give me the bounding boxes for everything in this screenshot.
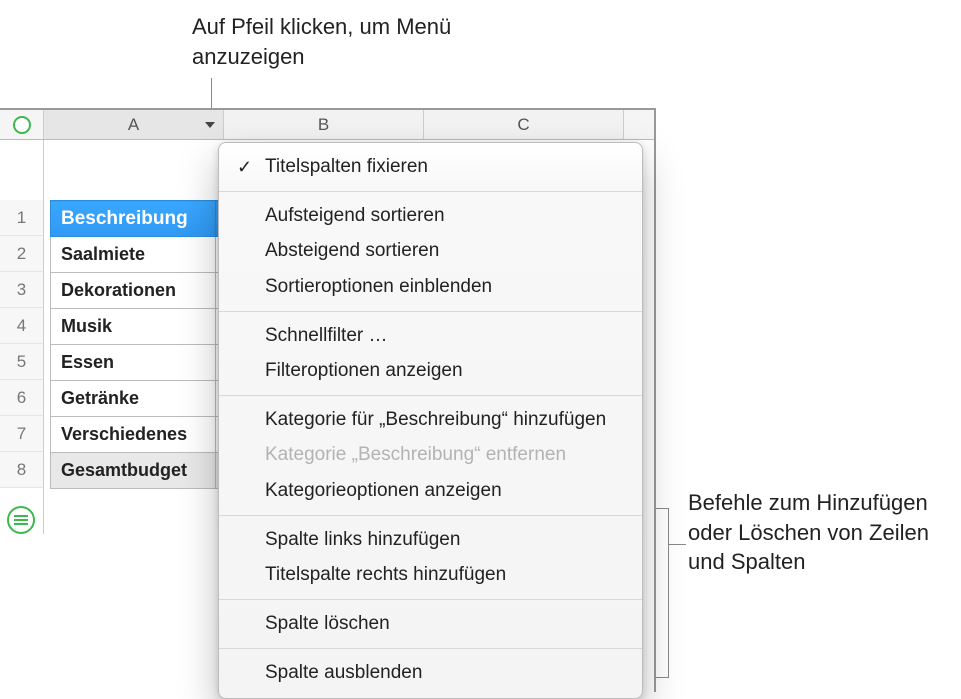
column-label: A xyxy=(128,115,139,135)
menu-item[interactable]: Spalte links hinzufügen xyxy=(219,522,642,558)
menu-item-label: Aufsteigend sortieren xyxy=(265,205,445,226)
row-header[interactable]: 7 xyxy=(0,416,43,452)
menu-item-label: Spalte löschen xyxy=(265,613,390,634)
column-label: C xyxy=(517,115,529,135)
menu-item-label: Absteigend sortieren xyxy=(265,240,439,261)
cell[interactable]: Verschiedenes xyxy=(51,417,216,453)
menu-item[interactable]: Kategorie für „Beschreibung“ hinzufügen xyxy=(219,402,642,438)
column-header-B[interactable]: B xyxy=(224,110,424,139)
menu-separator xyxy=(219,648,642,649)
chevron-down-icon[interactable] xyxy=(203,118,217,132)
cell[interactable]: Essen xyxy=(51,345,216,381)
cell[interactable]: Gesamtbudget xyxy=(51,453,216,489)
menu-item[interactable]: Filteroptionen anzeigen xyxy=(219,353,642,389)
row-headers: 1 2 3 4 5 6 7 8 xyxy=(0,140,44,534)
menu-item-label: Schnellfilter … xyxy=(265,325,388,346)
check-icon: ✓ xyxy=(237,155,252,179)
menu-separator xyxy=(219,191,642,192)
menu-item-label: Kategorieoptionen anzeigen xyxy=(265,480,502,501)
cell[interactable]: Getränke xyxy=(51,381,216,417)
menu-item[interactable]: Sortieroptionen einblenden xyxy=(219,269,642,305)
menu-item[interactable]: Absteigend sortieren xyxy=(219,233,642,269)
add-row-button[interactable] xyxy=(7,506,35,534)
cell[interactable]: Saalmiete xyxy=(51,237,216,273)
cell[interactable]: Musik xyxy=(51,309,216,345)
menu-item-label: Titelspalte rechts hinzufügen xyxy=(265,564,506,585)
header-cell[interactable]: Beschreibung xyxy=(51,201,216,237)
menu-item-label: Spalte ausblenden xyxy=(265,662,422,683)
row-header[interactable]: 6 xyxy=(0,380,43,416)
table-handle-icon xyxy=(13,116,31,134)
menu-item: Kategorie „Beschreibung“ entfernen xyxy=(219,437,642,473)
cell[interactable]: Dekorationen xyxy=(51,273,216,309)
row-header[interactable]: 8 xyxy=(0,452,43,488)
row-header[interactable]: 4 xyxy=(0,308,43,344)
menu-item[interactable]: Spalte löschen xyxy=(219,606,642,642)
select-all-corner[interactable] xyxy=(0,110,44,139)
menu-item-label: Kategorie „Beschreibung“ entfernen xyxy=(265,444,566,465)
menu-item[interactable]: Spalte ausblenden xyxy=(219,655,642,691)
row-header[interactable]: 5 xyxy=(0,344,43,380)
menu-item[interactable]: Kategorieoptionen anzeigen xyxy=(219,473,642,509)
menu-item[interactable]: ✓ Titelspalten fixieren xyxy=(219,149,642,185)
menu-item[interactable]: Aufsteigend sortieren xyxy=(219,198,642,234)
column-headers: A B C xyxy=(0,110,654,140)
menu-separator xyxy=(219,515,642,516)
callout-line xyxy=(211,78,212,108)
menu-item-label: Titelspalten fixieren xyxy=(265,156,428,177)
menu-item-label: Spalte links hinzufügen xyxy=(265,529,460,550)
row-header[interactable]: 2 xyxy=(0,236,43,272)
row-header[interactable]: 1 xyxy=(0,200,43,236)
column-header-A[interactable]: A xyxy=(44,110,224,139)
column-context-menu[interactable]: ✓ Titelspalten fixieren Aufsteigend sortie… xyxy=(218,142,643,699)
menu-item-label: Sortieroptionen einblenden xyxy=(265,276,492,297)
annotation-right: Befehle zum Hinzufügen oder Löschen von … xyxy=(688,488,948,577)
menu-item-label: Kategorie für „Beschreibung“ hinzufügen xyxy=(265,409,606,430)
annotation-top: Auf Pfeil klicken, um Menü anzuzeigen xyxy=(192,12,472,71)
menu-item-label: Filteroptionen anzeigen xyxy=(265,360,463,381)
column-header-C[interactable]: C xyxy=(424,110,624,139)
rows-icon xyxy=(14,515,28,525)
row-header[interactable]: 3 xyxy=(0,272,43,308)
callout-bracket xyxy=(655,508,669,678)
menu-item[interactable]: Schnellfilter … xyxy=(219,318,642,354)
menu-separator xyxy=(219,395,642,396)
menu-separator xyxy=(219,599,642,600)
menu-separator xyxy=(219,311,642,312)
column-label: B xyxy=(318,115,329,135)
callout-line xyxy=(668,544,686,545)
menu-item[interactable]: Titelspalte rechts hinzufügen xyxy=(219,557,642,593)
